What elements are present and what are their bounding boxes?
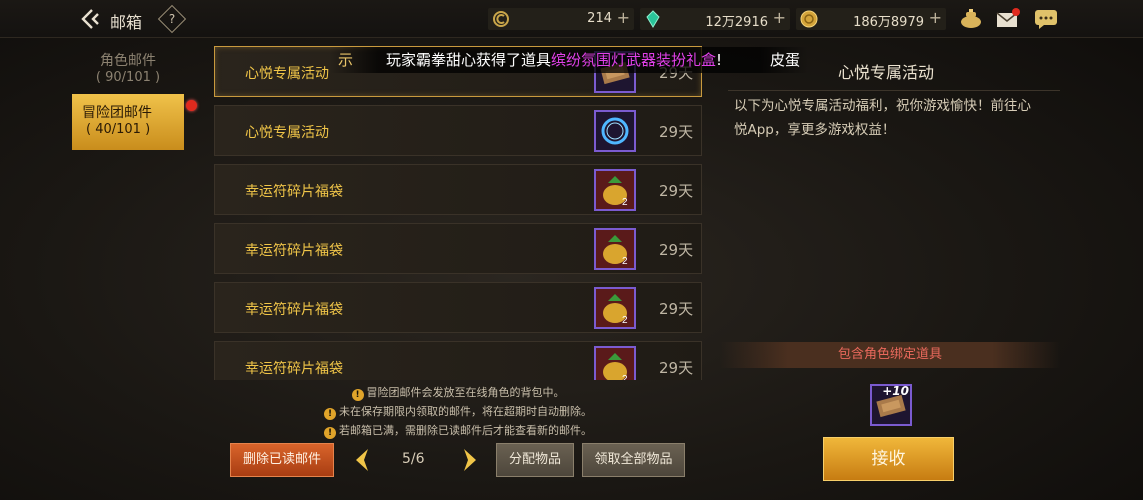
mail-expiry: 29天 [659, 359, 694, 377]
warning-icon: ! [351, 389, 364, 401]
mail-title: 心悦专属活动 [245, 125, 329, 141]
tab-adventure-mail[interactable]: 冒险团邮件 ( 40/101 ) [72, 94, 184, 150]
mail-title: 幸运符碎片福袋 [245, 243, 343, 259]
prev-page-icon[interactable] [352, 447, 372, 473]
page-indicator: 5/6 [402, 451, 425, 467]
gold-coin-icon [800, 10, 818, 28]
mail-title: 幸运符碎片福袋 [245, 361, 343, 377]
warning-icon: ! [324, 408, 336, 420]
broadcast-prefix: 示 [338, 51, 354, 69]
broadcast-marquee: 示 玩家霸拳甜心获得了道具缤纷氛围灯武器装扮礼盒! 皮蛋 [330, 47, 808, 73]
lucky-bag-icon: 2 [594, 169, 636, 211]
bound-item-notice: 包含角色绑定道具 [720, 342, 1060, 368]
svg-text:2: 2 [622, 256, 628, 267]
tab-label: 角色邮件 [100, 53, 156, 69]
detail-body: 以下为心悦专属活动福利，祝你游戏愉快！前往心悦App，享更多游戏权益！ [734, 98, 1031, 138]
top-bar: 邮箱 ? 214 + 12万2916 + 186万8979 + [0, 0, 1143, 38]
svg-text:2: 2 [622, 374, 628, 380]
mail-title: 幸运符碎片福袋 [245, 302, 343, 318]
divider [728, 90, 1060, 91]
note-line: ! 未在保存期限内领取的邮件，将在超期时自动删除。 [214, 403, 702, 420]
svg-text:2: 2 [622, 315, 628, 326]
mail-list[interactable]: 心悦专属活动 29天 心悦专属活动 29天 幸运符碎片福袋 2 29天 幸运符碎… [214, 46, 702, 380]
blue-ring-icon [594, 110, 636, 152]
delete-read-button[interactable]: 删除已读邮件 [230, 443, 334, 477]
svg-text:2: 2 [622, 197, 628, 208]
claim-button[interactable]: 接收 [823, 437, 954, 481]
teapot-icon[interactable] [958, 7, 984, 31]
warning-icon: ! [324, 427, 336, 439]
lucky-bag-icon: 2 [594, 228, 636, 270]
mail-title: 幸运符碎片福袋 [245, 184, 343, 200]
lucky-bag-icon: 2 [594, 287, 636, 329]
tab-count: ( 40/101 ) [86, 122, 151, 137]
gem-plus-button[interactable]: + [773, 8, 786, 27]
help-icon[interactable]: ? [157, 4, 187, 34]
mail-row[interactable]: 幸运符碎片福袋 2 29天 [214, 223, 702, 274]
chat-icon[interactable] [1033, 7, 1059, 31]
tab-label: 冒险团邮件 [82, 105, 152, 121]
note-line: ! 冒险团邮件会发放至在线角色的背包中。 [214, 384, 702, 401]
broadcast-item-name: 缤纷氛围灯武器装扮礼盒 [551, 51, 717, 69]
resource-energy: 214 + [488, 8, 634, 30]
mail-row[interactable]: 幸运符碎片福袋 2 29天 [214, 282, 702, 333]
mail-expiry: 29天 [659, 182, 694, 200]
detail-title: 心悦专属活动 [838, 63, 935, 82]
mail-expiry: 29天 [659, 241, 694, 259]
reward-item-slot[interactable]: +10 [870, 384, 912, 426]
back-arrow-icon[interactable] [78, 7, 102, 31]
broadcast-tail: 皮蛋 [770, 51, 801, 69]
energy-value: 214 [587, 11, 612, 26]
green-gem-icon [646, 10, 660, 28]
gem-value: 12万2916 [705, 15, 768, 30]
claim-all-button[interactable]: 领取全部物品 [582, 443, 685, 477]
resource-gem: 12万2916 + [640, 8, 790, 30]
mail-notify-icon[interactable] [995, 7, 1021, 31]
page-title: 邮箱 [110, 13, 143, 32]
lucky-bag-icon: 2 [594, 346, 636, 380]
tab-count: ( 90/101 ) [95, 70, 161, 85]
note-line: ! 若邮箱已满，需删除已读邮件后才能查看新的邮件。 [214, 422, 702, 439]
energy-coin-icon [493, 11, 509, 27]
unread-dot [186, 100, 197, 111]
resource-gold: 186万8979 + [796, 8, 946, 30]
mail-expiry: 29天 [659, 300, 694, 318]
broadcast-message: 玩家霸拳甜心获得了道具缤纷氛围灯武器装扮礼盒! [386, 51, 723, 69]
mail-title: 心悦专属活动 [245, 66, 329, 82]
next-page-icon[interactable] [460, 447, 480, 473]
reward-count: +10 [882, 384, 909, 398]
mail-row[interactable]: 幸运符碎片福袋 2 29天 [214, 341, 702, 380]
mail-row[interactable]: 心悦专属活动 29天 [214, 105, 702, 156]
energy-plus-button[interactable]: + [617, 8, 630, 27]
gold-value: 186万8979 [853, 15, 924, 30]
mail-row[interactable]: 幸运符碎片福袋 2 29天 [214, 164, 702, 215]
gold-plus-button[interactable]: + [929, 8, 942, 27]
distribute-items-button[interactable]: 分配物品 [496, 443, 574, 477]
mail-expiry: 29天 [659, 123, 694, 141]
